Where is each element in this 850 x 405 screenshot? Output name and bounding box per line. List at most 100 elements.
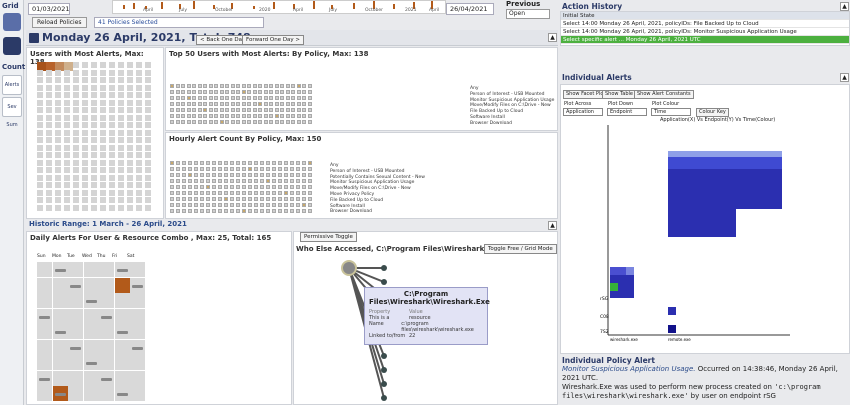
user-cell[interactable] <box>100 84 106 91</box>
user-cell[interactable] <box>46 84 52 91</box>
grid-cell[interactable] <box>263 102 268 106</box>
grid-cell[interactable] <box>182 167 186 171</box>
user-cell[interactable] <box>64 84 70 91</box>
grid-cell[interactable] <box>302 185 306 189</box>
user-cell[interactable] <box>100 107 106 113</box>
grid-cell[interactable] <box>248 197 252 201</box>
grid-cell[interactable] <box>230 209 234 213</box>
grid-cell[interactable] <box>218 185 222 189</box>
grid-cell[interactable] <box>214 114 218 118</box>
day-cell[interactable] <box>99 324 114 339</box>
grid-cell[interactable] <box>285 84 290 88</box>
user-cell[interactable] <box>109 107 115 113</box>
user-cell[interactable] <box>100 204 106 211</box>
alert-constants-tab[interactable]: Show Alert Constants <box>634 90 694 99</box>
grid-cell[interactable] <box>176 197 180 201</box>
grid-cell[interactable] <box>182 191 186 195</box>
grid-cell[interactable] <box>269 90 273 94</box>
user-cell[interactable] <box>109 129 115 136</box>
collapse-icon[interactable]: ▲ <box>840 73 849 82</box>
grid-cell[interactable] <box>188 161 192 165</box>
day-cell[interactable] <box>130 355 145 370</box>
date-to-input[interactable]: 26/04/2021 <box>446 3 494 15</box>
grid-cell[interactable] <box>291 84 295 88</box>
grid-cell[interactable] <box>224 167 228 171</box>
grid-cell[interactable] <box>219 96 224 100</box>
user-cell[interactable] <box>136 159 142 166</box>
grid-cell[interactable] <box>296 185 300 189</box>
user-cell[interactable] <box>82 92 88 98</box>
grid-view-icon[interactable] <box>3 37 21 55</box>
grid-cell[interactable] <box>194 185 198 189</box>
user-cell[interactable] <box>46 197 52 203</box>
user-cell[interactable] <box>145 69 151 76</box>
grid-cell[interactable] <box>307 102 312 106</box>
user-cell[interactable] <box>127 182 133 188</box>
grid-cell[interactable] <box>225 102 229 106</box>
user-cell[interactable] <box>118 182 124 188</box>
user-cell[interactable] <box>73 144 79 151</box>
grid-cell[interactable] <box>175 90 180 94</box>
grid-cell[interactable] <box>208 84 213 88</box>
grid-cell[interactable] <box>230 173 234 177</box>
grid-cell[interactable] <box>230 161 234 165</box>
grid-cell[interactable] <box>170 114 174 118</box>
grid-cell[interactable] <box>200 167 204 171</box>
grid-cell[interactable] <box>230 185 234 189</box>
grid-cell[interactable] <box>272 179 276 183</box>
grid-cell[interactable] <box>175 84 180 88</box>
user-cell[interactable] <box>109 62 115 68</box>
day-cell[interactable] <box>68 370 83 386</box>
grid-cell[interactable] <box>285 102 290 106</box>
grid-cell[interactable] <box>225 96 229 100</box>
grid-cell[interactable] <box>258 84 262 88</box>
history-row[interactable]: Select specific alert ... Monday 26 Apri… <box>561 36 849 44</box>
grid-cell[interactable] <box>272 209 276 213</box>
user-cell[interactable] <box>91 189 97 196</box>
user-cell[interactable] <box>37 144 43 151</box>
grid-cell[interactable] <box>224 161 228 165</box>
day-cell[interactable] <box>83 324 99 339</box>
day-cell[interactable] <box>68 262 83 277</box>
grid-cell[interactable] <box>214 120 218 124</box>
user-cell[interactable] <box>118 152 124 158</box>
user-cell[interactable] <box>136 84 142 91</box>
grid-cell[interactable] <box>278 167 282 171</box>
grid-cell[interactable] <box>206 167 210 171</box>
user-cell[interactable] <box>100 122 106 128</box>
grid-cell[interactable] <box>285 90 290 94</box>
user-cell[interactable] <box>136 174 142 181</box>
grid-cell[interactable] <box>302 120 306 124</box>
user-cell[interactable] <box>109 84 115 91</box>
grid-cell[interactable] <box>170 161 174 165</box>
user-cell[interactable] <box>55 152 61 158</box>
grid-cell[interactable] <box>230 114 235 118</box>
user-cell[interactable] <box>100 69 106 76</box>
user-cell[interactable] <box>73 137 79 143</box>
user-cell[interactable] <box>91 152 97 158</box>
grid-cell[interactable] <box>242 167 246 171</box>
user-cell[interactable] <box>127 144 133 151</box>
grid-cell[interactable] <box>290 167 294 171</box>
user-cell[interactable] <box>136 182 142 188</box>
user-cell[interactable] <box>91 137 97 143</box>
grid-cell[interactable] <box>176 185 180 189</box>
user-cell[interactable] <box>37 129 43 136</box>
grid-cell[interactable] <box>266 167 270 171</box>
grid-cell[interactable] <box>308 185 312 189</box>
grid-cell[interactable] <box>218 161 222 165</box>
user-cell[interactable] <box>46 122 52 128</box>
grid-cell[interactable] <box>263 114 268 118</box>
grid-cell[interactable] <box>188 185 192 189</box>
grid-cell[interactable] <box>192 120 196 124</box>
grid-cell[interactable] <box>200 179 204 183</box>
user-cell[interactable] <box>82 137 88 143</box>
day-cell[interactable] <box>37 386 52 401</box>
user-cell[interactable] <box>46 144 52 151</box>
user-cell[interactable] <box>118 77 124 83</box>
user-cell[interactable] <box>37 167 43 173</box>
grid-cell[interactable] <box>206 185 210 189</box>
grid-cell[interactable] <box>224 173 228 177</box>
grid-cell[interactable] <box>285 108 290 112</box>
user-cell[interactable] <box>118 114 124 121</box>
